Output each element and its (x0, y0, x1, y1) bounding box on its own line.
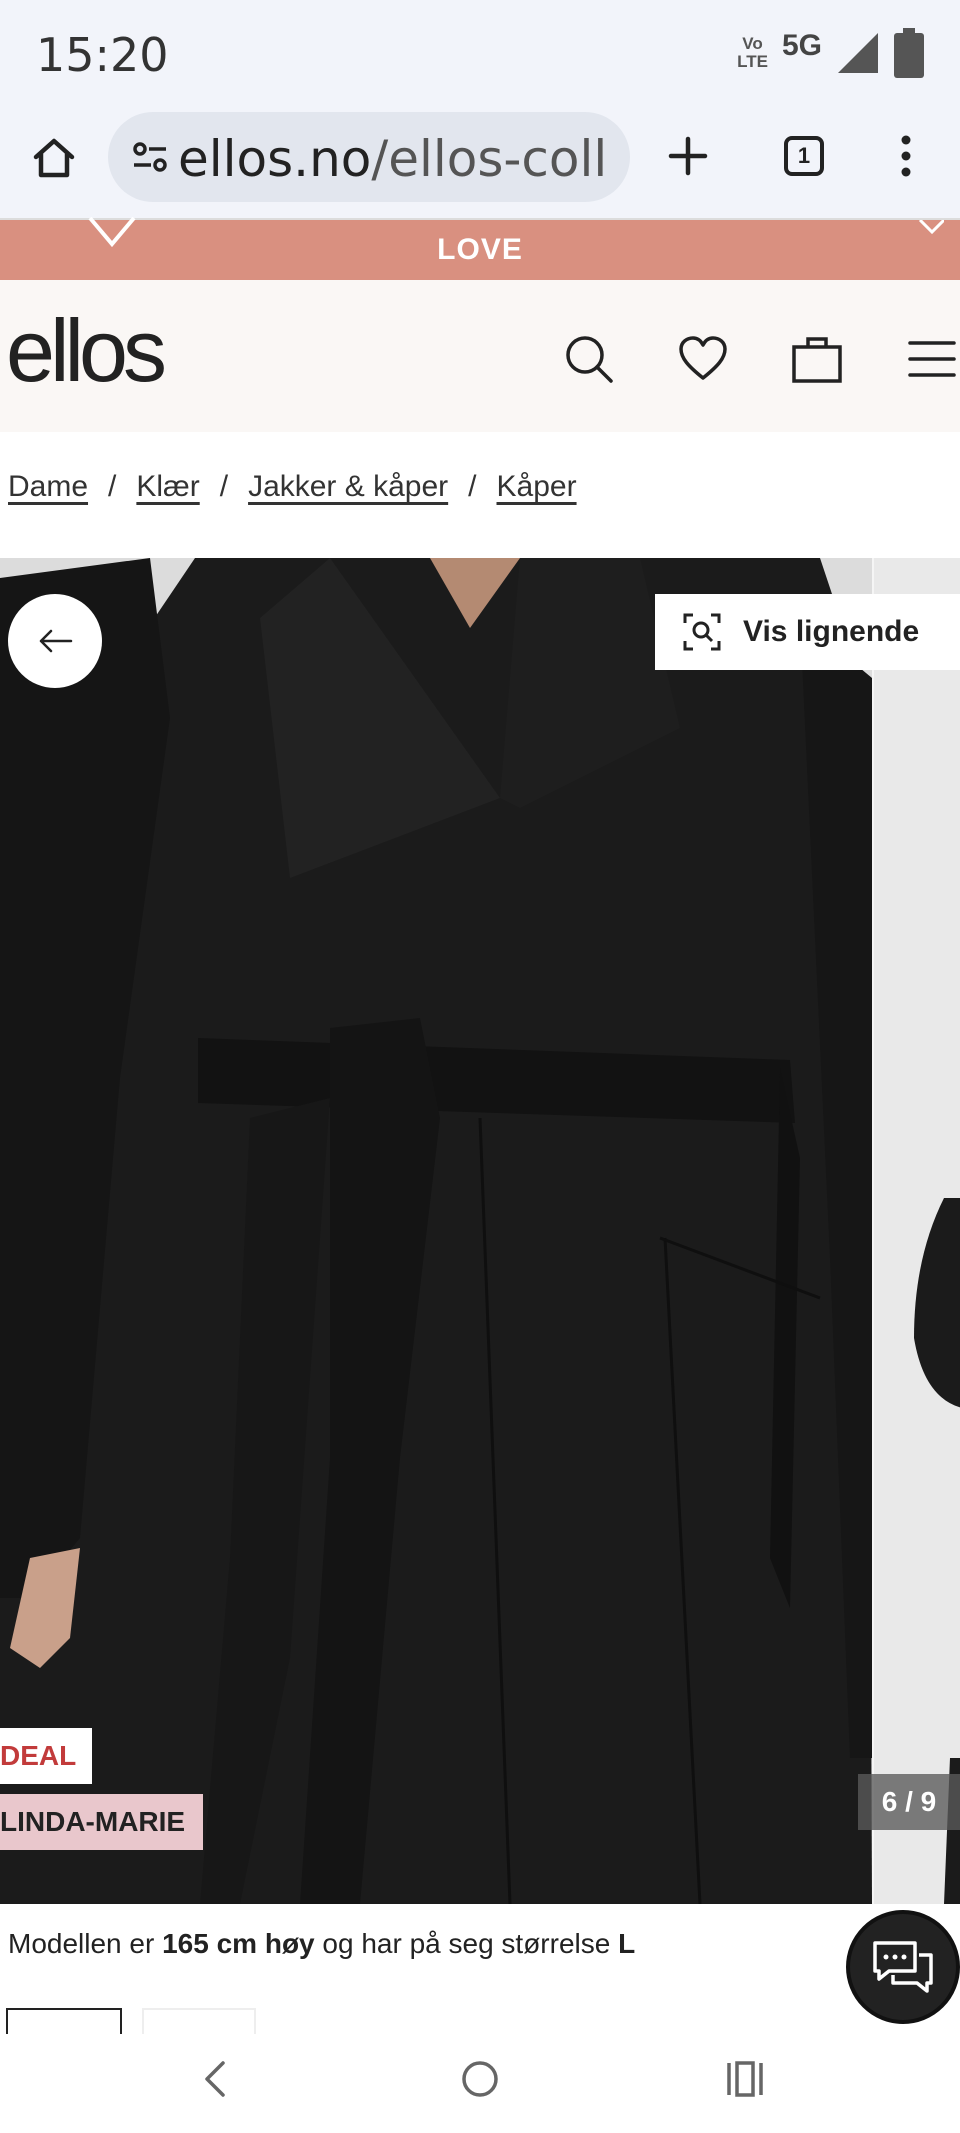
chat-button[interactable] (846, 1910, 960, 2024)
color-thumbnail[interactable] (142, 2008, 256, 2034)
tab-switcher-button[interactable]: 1 (776, 128, 832, 184)
more-menu-icon[interactable] (878, 128, 934, 184)
home-icon[interactable] (26, 130, 82, 186)
nav-recents-icon[interactable] (720, 2054, 770, 2104)
network-type: 5G (781, 29, 822, 62)
nav-back-icon[interactable] (190, 2054, 240, 2104)
url-field[interactable]: ellos.no/ellos-coll (108, 112, 630, 202)
hamburger-menu-icon[interactable] (904, 330, 960, 388)
breadcrumb-klaer[interactable]: Klær (136, 470, 199, 504)
breadcrumb: Dame / Klær / Jakker & kåper / Kåper (8, 470, 577, 504)
chat-icon (873, 1941, 933, 1993)
url-text: ellos.no/ellos-coll (178, 130, 608, 188)
breadcrumb-separator: / (108, 470, 117, 503)
breadcrumb-separator: / (219, 470, 229, 503)
site-settings-icon[interactable] (132, 140, 168, 174)
status-bar: 15:20 Vo LTE 5G (0, 0, 960, 108)
close-icon[interactable] (918, 220, 944, 236)
designer-badge: LINDA-MARIE (0, 1794, 204, 1850)
tab-count: 1 (797, 143, 811, 168)
ellos-logo[interactable]: ellos (6, 300, 167, 402)
search-icon[interactable] (560, 330, 618, 388)
status-time: 15:20 (36, 28, 169, 82)
status-icons: Vo LTE 5G (737, 28, 924, 78)
system-nav-bar (0, 2034, 960, 2133)
vis-lignende-button[interactable]: Vis lignende (655, 594, 960, 670)
image-counter: 6 / 9 (858, 1774, 960, 1830)
browser-toolbar: ellos.no/ellos-coll 1 (0, 108, 960, 220)
breadcrumb-kaper[interactable]: Kåper (497, 470, 577, 504)
model-info-caption: Modellen er 165 cm høy og har på seg stø… (8, 1928, 636, 1959)
breadcrumb-jakker-kaper[interactable]: Jakker & kåper (248, 470, 448, 504)
product-image-gallery[interactable]: Vis lignende DEAL LINDA-MARIE 6 / 9 (0, 558, 960, 1904)
breadcrumb-dame[interactable]: Dame (8, 470, 88, 504)
volte-indicator: Vo LTE (737, 34, 768, 71)
vis-lignende-label: Vis lignende (743, 615, 920, 648)
color-thumbnail[interactable] (6, 2008, 122, 2034)
breadcrumb-separator: / (468, 470, 477, 503)
next-image-preview[interactable] (872, 558, 960, 1904)
coat-image (0, 558, 872, 1904)
signal-icon (838, 33, 878, 73)
visual-search-icon (683, 613, 721, 651)
back-button[interactable] (8, 594, 102, 688)
battery-icon (894, 28, 924, 78)
site-header: ellos (0, 280, 960, 432)
promo-text: LOVE (437, 233, 523, 266)
promo-banner[interactable]: LOVE (0, 216, 960, 280)
deal-badge: DEAL (0, 1728, 93, 1784)
arrow-left-icon (39, 629, 73, 653)
nav-home-icon[interactable] (455, 2054, 505, 2104)
new-tab-icon[interactable] (660, 128, 716, 184)
product-image (0, 558, 872, 1904)
shopping-bag-icon[interactable] (788, 330, 846, 388)
heart-icon[interactable] (674, 330, 732, 388)
